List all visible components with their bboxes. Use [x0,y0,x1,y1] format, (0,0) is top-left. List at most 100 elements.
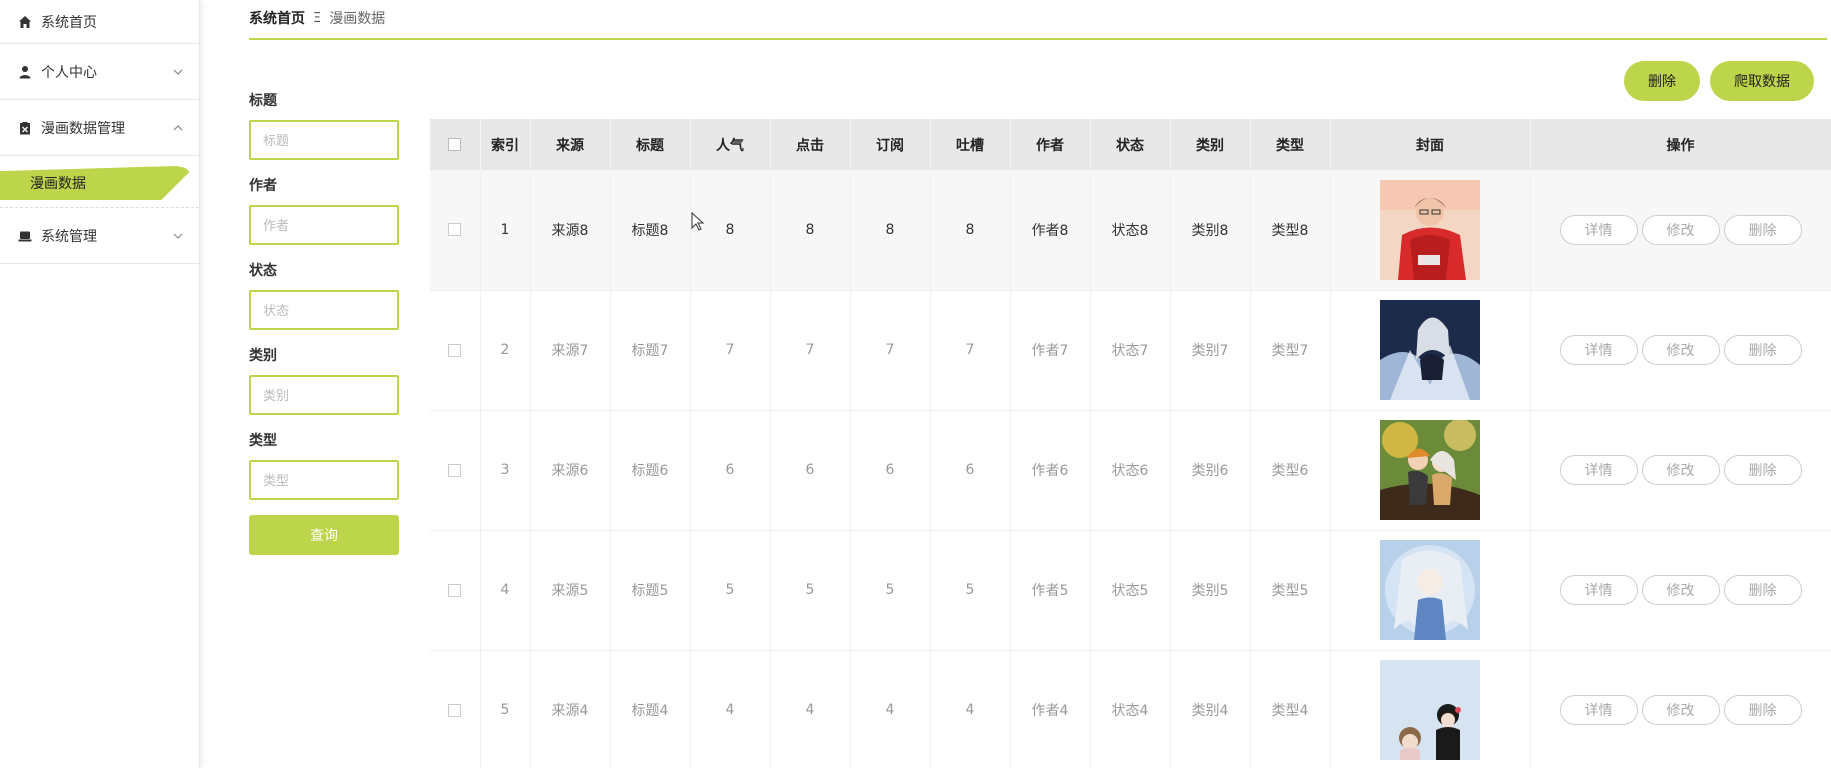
cell-popularity: 5 [690,530,771,650]
type-label: 类型 [249,433,277,449]
edit-button[interactable]: 修改 [1641,335,1720,365]
submenu: 漫画数据 [0,156,199,208]
cell-status: 状态6 [1090,410,1171,530]
table-header-row: 索引 来源 标题 人气 点击 订阅 吐槽 作者 状态 类别 类型 封面 操作 [430,119,1831,170]
cover-image [1380,540,1480,640]
main-content: 系统首页 Ξ 漫画数据 删除 爬取数据 标题 作者 状态 类别 类型 查询 [200,0,1831,768]
sidebar-item-label: 系统首页 [41,14,97,31]
cell-type: 类型5 [1250,530,1331,650]
cell-type: 类型4 [1250,650,1331,768]
cell-popularity: 7 [690,290,771,410]
crawl-data-button[interactable]: 爬取数据 [1710,61,1814,101]
detail-button[interactable]: 详情 [1559,575,1638,605]
row-checkbox[interactable] [448,583,462,597]
delete-button[interactable]: 删除 [1624,61,1700,101]
breadcrumb-current: 漫画数据 [329,11,386,27]
cell-title: 标题5 [610,530,691,650]
cell-author: 作者5 [1010,530,1091,650]
column-header: 状态 [1090,119,1171,170]
table-row: 5 来源4 标题4 4 4 4 4 作者4 状态4 类别4 类型4 详情 修改 … [430,650,1831,768]
sidebar-subitem-comic-data[interactable]: 漫画数据 [0,166,192,200]
cell-index: 1 [480,170,531,290]
sidebar-item-label: 漫画数据管理 [41,120,125,137]
title-label: 标题 [249,93,277,109]
cell-clicks: 5 [770,530,851,650]
cover-image [1380,660,1480,760]
row-checkbox[interactable] [448,223,462,237]
edit-button[interactable]: 修改 [1641,214,1720,245]
cell-title: 标题8 [610,170,691,290]
row-delete-button[interactable]: 删除 [1723,335,1802,365]
column-header: 类别 [1170,119,1251,170]
cell-title: 标题7 [610,290,691,410]
cell-category: 类别8 [1170,170,1251,290]
cell-comments: 8 [930,170,1011,290]
cell-index: 4 [480,530,531,650]
detail-button[interactable]: 详情 [1559,214,1638,245]
cell-title: 标题4 [610,650,691,768]
chevron-up-icon [172,122,184,134]
cell-type: 类型7 [1250,290,1331,410]
cell-status: 状态7 [1090,290,1171,410]
cell-subs: 6 [850,410,931,530]
cell-author: 作者8 [1010,170,1091,290]
breadcrumb: 系统首页 Ξ 漫画数据 [249,8,385,28]
row-delete-button[interactable]: 删除 [1723,214,1802,245]
cell-clicks: 4 [770,650,851,768]
sidebar-item-comic-management[interactable]: 漫画数据管理 [0,100,199,156]
cell-subs: 4 [850,650,931,768]
query-button[interactable]: 查询 [249,515,399,555]
status-input[interactable] [249,290,399,330]
column-header: 人气 [690,119,771,170]
cell-type: 类型6 [1250,410,1331,530]
cell-status: 状态8 [1090,170,1171,290]
column-header: 类型 [1250,119,1331,170]
row-delete-button[interactable]: 删除 [1723,695,1802,725]
data-table: 索引 来源 标题 人气 点击 订阅 吐槽 作者 状态 类别 类型 封面 操作 1… [430,119,1831,768]
cell-comments: 6 [930,410,1011,530]
cell-subs: 5 [850,530,931,650]
row-checkbox[interactable] [448,703,462,717]
sidebar: 系统首页 个人中心 漫画数据管理 漫画数据 系统管理 [0,0,200,768]
cell-source: 来源5 [530,530,611,650]
cell-subs: 8 [850,170,931,290]
cell-index: 2 [480,290,531,410]
cell-comments: 5 [930,530,1011,650]
cell-status: 状态5 [1090,530,1171,650]
cell-index: 3 [480,410,531,530]
column-header: 来源 [530,119,611,170]
cell-author: 作者7 [1010,290,1091,410]
title-input[interactable] [249,120,399,160]
cell-title: 标题6 [610,410,691,530]
column-header: 封面 [1330,119,1531,170]
row-checkbox[interactable] [448,343,462,357]
cell-popularity: 4 [690,650,771,768]
laptop-icon [18,229,32,243]
cell-subs: 7 [850,290,931,410]
edit-button[interactable]: 修改 [1641,455,1720,485]
author-label: 作者 [249,178,277,194]
row-delete-button[interactable]: 删除 [1723,455,1802,485]
edit-button[interactable]: 修改 [1641,695,1720,725]
cell-author: 作者4 [1010,650,1091,768]
type-input[interactable] [249,460,399,500]
row-checkbox[interactable] [448,463,462,477]
sidebar-item-profile[interactable]: 个人中心 [0,44,199,100]
row-delete-button[interactable]: 删除 [1723,575,1802,605]
cell-category: 类别6 [1170,410,1251,530]
category-input[interactable] [249,375,399,415]
sidebar-item-system-management[interactable]: 系统管理 [0,208,199,264]
select-all-checkbox[interactable] [448,138,462,151]
detail-button[interactable]: 详情 [1559,455,1638,485]
cell-comments: 4 [930,650,1011,768]
sidebar-item-home[interactable]: 系统首页 [0,0,199,44]
breadcrumb-home[interactable]: 系统首页 [249,8,305,28]
author-input[interactable] [249,205,399,245]
chevron-down-icon [172,66,184,78]
detail-button[interactable]: 详情 [1559,335,1638,365]
edit-button[interactable]: 修改 [1641,575,1720,605]
detail-button[interactable]: 详情 [1559,695,1638,725]
search-form: 标题 作者 状态 类别 类型 查询 [249,90,399,555]
column-header: 操作 [1530,119,1831,170]
mouse-cursor-icon [691,211,705,232]
